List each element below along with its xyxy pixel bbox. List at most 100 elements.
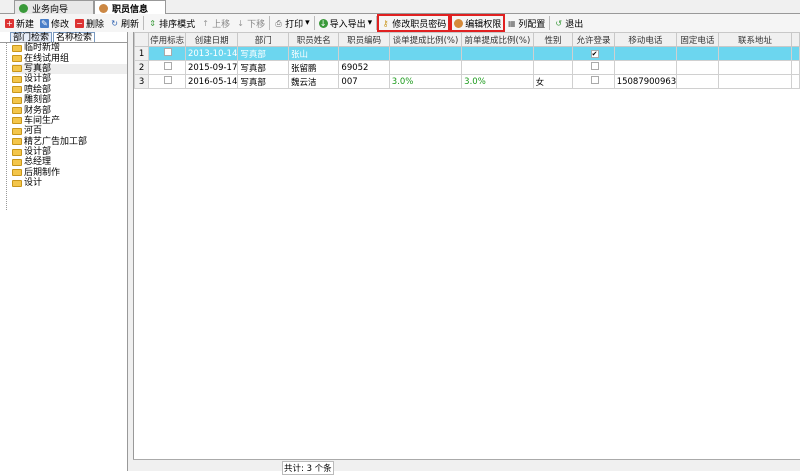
- column-header[interactable]: [791, 32, 800, 47]
- login-cell[interactable]: [572, 74, 615, 89]
- edit-icon: ✎: [40, 18, 50, 28]
- mobile-cell: [613, 46, 678, 61]
- table-row[interactable]: 3 2016-05-14 写真部 魏云洁 007 3.0% 3.0% 女 15087900963: [133, 74, 800, 89]
- column-header[interactable]: 职员姓名: [288, 32, 340, 47]
- column-header[interactable]: 性别: [532, 32, 574, 47]
- department-item[interactable]: 临时新增: [12, 43, 127, 53]
- column-config-button[interactable]: ▦ 列配置: [504, 15, 548, 31]
- plus-icon: +: [5, 18, 14, 28]
- guide-icon: [19, 3, 28, 13]
- extra-cell: [791, 60, 800, 75]
- column-header[interactable]: 固定电话: [676, 32, 719, 47]
- tab-name-search[interactable]: 名称检索: [53, 32, 96, 43]
- login-cell[interactable]: [572, 60, 615, 75]
- department-item[interactable]: 喷绘部: [12, 85, 127, 95]
- refresh-button[interactable]: ↻ 刷新: [107, 15, 142, 31]
- folder-icon: [12, 55, 22, 63]
- delete-button[interactable]: − 删除: [72, 15, 107, 31]
- move-down-button[interactable]: ↓ 下移: [233, 15, 268, 31]
- tab-staff-info[interactable]: 职员信息: [94, 0, 166, 15]
- department-item[interactable]: 车间生产: [12, 116, 127, 126]
- column-header[interactable]: 谈单提成比例(%): [388, 32, 463, 47]
- arrow-up-icon: ↑: [202, 18, 209, 28]
- column-header[interactable]: 前单提成比例(%): [461, 32, 534, 47]
- row-number: 3: [133, 74, 150, 89]
- edit-button[interactable]: ✎ 修改: [37, 15, 72, 31]
- department-item[interactable]: 河百: [12, 126, 127, 136]
- new-button[interactable]: + 新建: [2, 15, 37, 31]
- sort-icon: ⇕: [149, 18, 156, 28]
- users-icon: [454, 18, 464, 28]
- created-cell: 2015-09-17: [184, 60, 239, 75]
- sort-mode-button[interactable]: ⇕ 排序模式: [145, 15, 198, 31]
- divider: [269, 16, 271, 30]
- tab-department-search[interactable]: 部门检索: [10, 32, 53, 43]
- arrow-down-icon: ↓: [237, 18, 244, 28]
- import-export-icon: ↓: [318, 18, 328, 28]
- folder-icon: [12, 65, 22, 73]
- column-header[interactable]: 职员编码: [338, 32, 390, 47]
- name-cell: 张山: [288, 46, 340, 61]
- phone-cell: [676, 74, 719, 89]
- toolbar: + 新建 ✎ 修改 − 删除 ↻ 刷新 ⇕ 排序模式 ↑ 上移 ↓ 下移 ⎙ 打印 ▾ ↓ 导入导出…: [0, 14, 800, 32]
- mobile-cell: 15087900963: [613, 74, 678, 89]
- department-tree: 临时新增 在线试用组 写真部 设计部 喷绘部 雕刻部 财务部 车间生产 河百 精艺广告加工部 设计部…: [0, 43, 127, 211]
- name-cell: 张留鹏: [288, 60, 340, 75]
- folder-icon: [12, 138, 22, 146]
- disabled-cell[interactable]: [148, 60, 186, 75]
- folder-icon: [12, 86, 22, 94]
- login-checkbox[interactable]: ✔: [590, 49, 599, 58]
- login-checkbox[interactable]: [590, 76, 599, 84]
- change-password-button[interactable]: ⚷ 修改职员密码: [377, 14, 451, 32]
- front-cell: [461, 46, 534, 61]
- front-cell: 3.0%: [461, 74, 534, 89]
- column-header[interactable]: 联系地址: [717, 32, 793, 47]
- department-item[interactable]: 后期制作: [12, 168, 127, 178]
- department-item[interactable]: 写真部: [12, 63, 127, 75]
- department-item[interactable]: 总经理: [12, 157, 127, 167]
- column-header[interactable]: 移动电话: [613, 32, 678, 47]
- disabled-checkbox[interactable]: [164, 48, 173, 56]
- talk-cell: [388, 60, 463, 75]
- disabled-cell[interactable]: [148, 74, 186, 89]
- import-export-button[interactable]: ↓ 导入导出 ▾: [316, 15, 376, 31]
- department-item[interactable]: 设计部: [12, 74, 127, 84]
- column-header[interactable]: 创建日期: [184, 32, 239, 47]
- edit-permissions-button[interactable]: 编辑权限: [450, 14, 506, 32]
- column-header[interactable]: 允许登录: [572, 32, 615, 47]
- department-item[interactable]: 设计: [12, 178, 127, 188]
- table-row[interactable]: 2 2015-09-17 写真部 张留鹏 69052: [133, 60, 800, 75]
- folder-icon: [12, 75, 22, 83]
- disabled-checkbox[interactable]: [164, 76, 173, 84]
- department-item[interactable]: 在线试用组: [12, 53, 127, 64]
- print-button[interactable]: ⎙ 打印 ▾: [271, 15, 313, 31]
- login-checkbox[interactable]: [590, 62, 599, 70]
- department-item[interactable]: 雕刻部: [12, 95, 127, 105]
- department-item[interactable]: 精艺广告加工部: [12, 137, 127, 147]
- column-header[interactable]: 部门: [237, 32, 290, 47]
- disabled-cell[interactable]: [148, 46, 186, 61]
- department-item[interactable]: 设计部: [12, 147, 127, 157]
- status-footer: 共计: 3 个条: [133, 459, 800, 475]
- exit-button[interactable]: ↺ 退出: [551, 15, 586, 31]
- folder-icon: [12, 44, 22, 52]
- phone-cell: [676, 60, 719, 75]
- login-cell[interactable]: ✔: [572, 46, 615, 61]
- folder-icon: [12, 179, 22, 187]
- divider: [376, 16, 378, 30]
- table-row[interactable]: 1 2013-10-14 写真部 张山 ✔: [133, 46, 800, 61]
- dropdown-arrow-icon: ▾: [305, 18, 310, 28]
- folder-icon: [12, 169, 22, 177]
- department-item[interactable]: 财务部: [12, 105, 127, 116]
- move-up-button[interactable]: ↑ 上移: [198, 15, 233, 31]
- divider: [549, 16, 551, 30]
- talk-cell: [388, 46, 463, 61]
- divider: [143, 16, 145, 30]
- column-header[interactable]: 停用标志: [148, 32, 186, 47]
- minus-icon: −: [75, 18, 85, 28]
- tab-business-guide[interactable]: 业务向导: [14, 0, 94, 15]
- folder-icon: [12, 117, 22, 125]
- total-count: 共计: 3 个条: [282, 461, 334, 475]
- disabled-checkbox[interactable]: [164, 62, 173, 70]
- dept-cell: 写真部: [237, 60, 290, 75]
